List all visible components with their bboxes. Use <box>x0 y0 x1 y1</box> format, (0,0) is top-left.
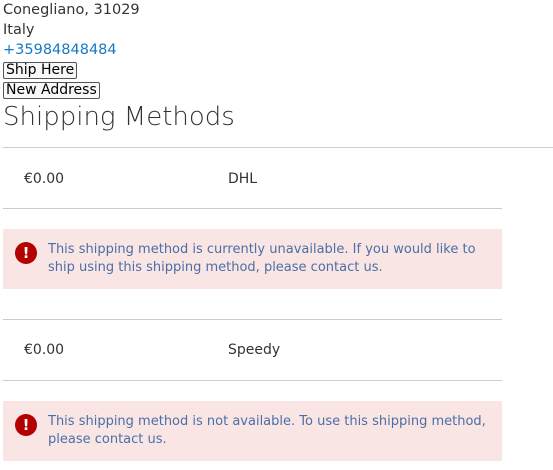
divider <box>3 380 502 381</box>
address-phone-link[interactable]: +35984848484 <box>3 42 117 58</box>
exclamation-icon: ! <box>15 414 37 436</box>
shipping-error-text: This shipping method is currently unavai… <box>48 242 476 275</box>
divider <box>3 147 553 148</box>
shipping-method-price: €0.00 <box>24 342 65 358</box>
shipping-error-message: ! This shipping method is not available.… <box>3 401 502 461</box>
address-country: Italy <box>3 22 35 38</box>
shipping-methods-title: Shipping Methods <box>3 102 235 132</box>
shipping-method-price: €0.00 <box>24 171 65 187</box>
address-city-line: Conegliano, 31029 <box>3 2 140 18</box>
exclamation-icon: ! <box>15 242 37 264</box>
divider <box>3 208 502 209</box>
shipping-method-carrier: Speedy <box>228 342 281 358</box>
ship-here-button[interactable]: Ship Here <box>3 62 78 79</box>
shipping-error-text: This shipping method is not available. T… <box>48 414 486 447</box>
shipping-error-message: ! This shipping method is currently unav… <box>3 229 502 289</box>
new-address-button[interactable]: New Address <box>3 82 100 99</box>
divider <box>3 319 502 320</box>
shipping-method-carrier: DHL <box>228 171 258 187</box>
